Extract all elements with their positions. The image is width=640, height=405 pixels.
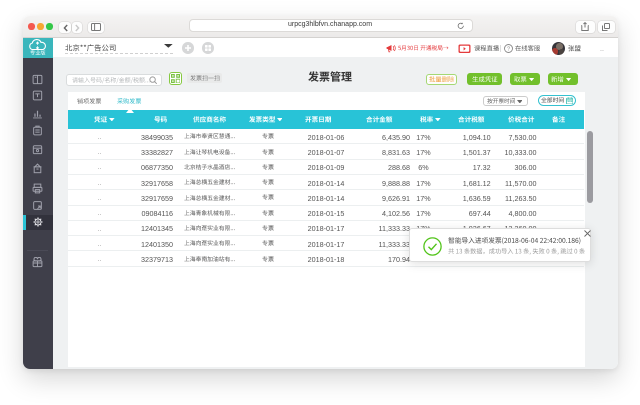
svg-text:?: ?: [506, 46, 509, 52]
